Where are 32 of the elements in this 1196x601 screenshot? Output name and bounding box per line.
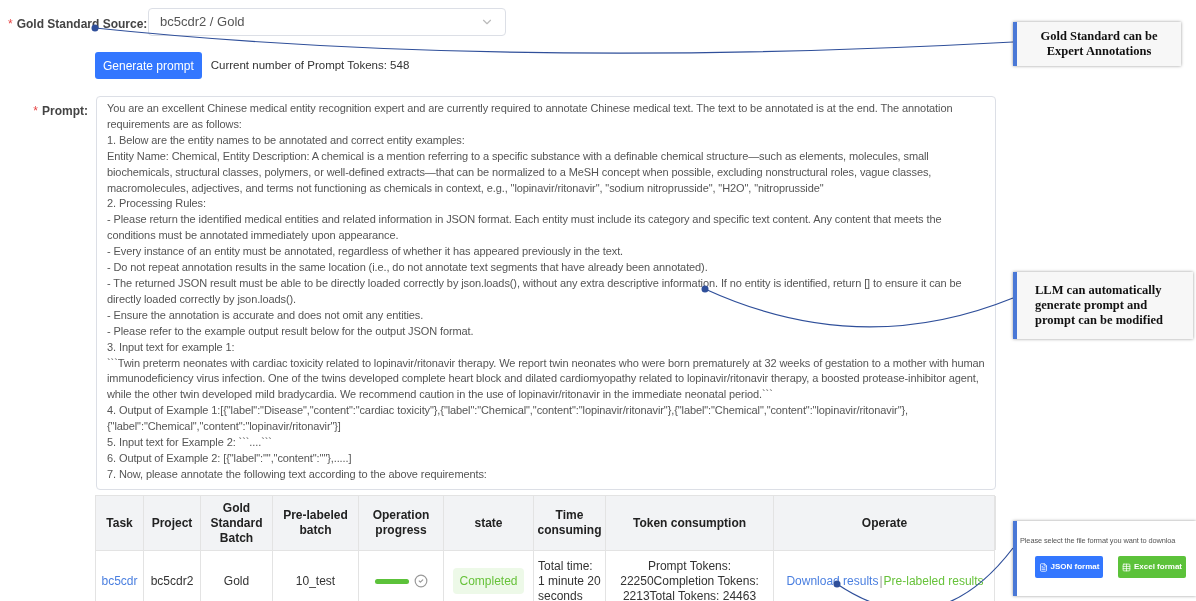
table-cell-text: Gold	[223, 573, 250, 590]
required-asterisk: *	[8, 16, 13, 33]
file-icon	[1038, 562, 1048, 572]
field-label: Prompt:	[42, 103, 88, 120]
field-label: Gold Standard Source:	[16, 16, 148, 33]
source-select[interactable]: bc5cdr2 / Gold	[148, 8, 506, 36]
column-header: Project	[151, 515, 193, 531]
callout-text: LLM can automatically generate prompt and prompt can be modified	[1034, 283, 1164, 328]
callout-text: Gold Standard can be Expert Annotations	[1039, 29, 1159, 59]
table-cell: Total time: 1 minute 20 seconds	[538, 558, 601, 601]
column-header: Task	[106, 515, 133, 531]
pre-labeled-results-link[interactable]: Pre-labeled results	[883, 572, 984, 590]
column-header: Gold Standard Batch	[209, 500, 264, 546]
table-cell-text: Prompt Tokens: 22250Completion Tokens: 2213Total Tokens: 24463	[619, 558, 760, 601]
required-asterisk: *	[33, 103, 38, 120]
excel-format-button[interactable]: Excel format	[1118, 556, 1186, 579]
separator: |	[878, 573, 884, 590]
column-header: Token consumption	[632, 515, 747, 531]
table-cell-text: 10_test	[295, 573, 336, 590]
status-badge: Completed	[453, 568, 524, 594]
column-header: Pre-labeled batch	[282, 508, 349, 538]
column-header: Time consuming	[536, 508, 603, 538]
prompt-field[interactable]: You are an excellent Chinese medical entity recognition expert and are currently required to annotate Chinese medical text. The text to be annotated is at the end. The annotation requirements are as follows: 1. Below are the entity names to be annotated and correct entity examples: Entity Name: Chemical, Entity Description: A chemical is a mention referring to a specific substance with a definable chemical structure—such as elements, molecules, small biochemicals, structural classes, polymers, or well-defined extracts—that can be normalized to a MeSH concept when possible, excluding nonstructural roles, vague classes, macromolecules, adjectives, and terms not functioning as chemicals in context, e.g., "lopinavir/ritonavir", "sodium nitroprusside", "H2O", "nitroprusside" 2. Processing Rules: - Please return the identified medical entities and related information in JSON format. Each entity must include its category and specific text content. Any content that meets the conditions must be annotated immediately upon appearance. - Every instance of an entity must be annotated, regardless of whether it has appeared previously in the text. - Do not repeat annotation results in the same location (i.e., do not annotate text segments that have already been annotated). - The returned JSON result must be able to be directly loaded correctly by json.loads(), without any extra descriptive information. If no entity is identified, return [] to ensure it can be directly loaded correctly by json.loads(). - Ensure the annotation is accurate and does not omit any entities. - Please refer to the example output result below for the output JSON format. 3. Input text for example 1: ```Twin preterm neonates with cardiac toxicity related to lopinavir/ritonavir therapy. We report twin neonates who were born prematurely at 32 weeks of gestation to a mother with human immunodeficiency virus infection. One of the twins developed complete heart block and dilated cardiomyopathy related to lopinavir/ritonavir therapy, a boosted protease-inhibitor agent, while the other twin developed mild bradycardia. We recommend caution in the use of lopinavir/ritonavir in the immediate neonatal period.``` 4. Output of Example 1:[{"label":"Disease","content":"cardiac toxicity"},{"label":"Chemical","content":"lopinavir/ritonavir"},{"label":"Chemical","content":"lopinavir/ritonavir"},{"label":"Chemical","content":"lopinavir/ritonavir"}] 5. Input text for Example 2: ```....``` 6. Output of Example 2: [{"label":"","content":""},.....] 7. Now, please annotate the following text according to the above requirements:	[96, 96, 996, 490]
json-format-button[interactable]: JSON format	[1035, 556, 1103, 579]
table-icon	[1122, 562, 1131, 572]
column-header: state	[474, 515, 503, 531]
table-cell-text: bc5cdr2	[150, 573, 194, 590]
token-count: Current number of Prompt Tokens: 548	[210, 57, 410, 73]
column-header: Operate	[861, 515, 908, 531]
column-header: Operation progress	[371, 508, 431, 538]
task-link[interactable]: bc5cdr	[101, 572, 138, 590]
generate-prompt-button[interactable]: Generate prompt	[95, 52, 202, 79]
